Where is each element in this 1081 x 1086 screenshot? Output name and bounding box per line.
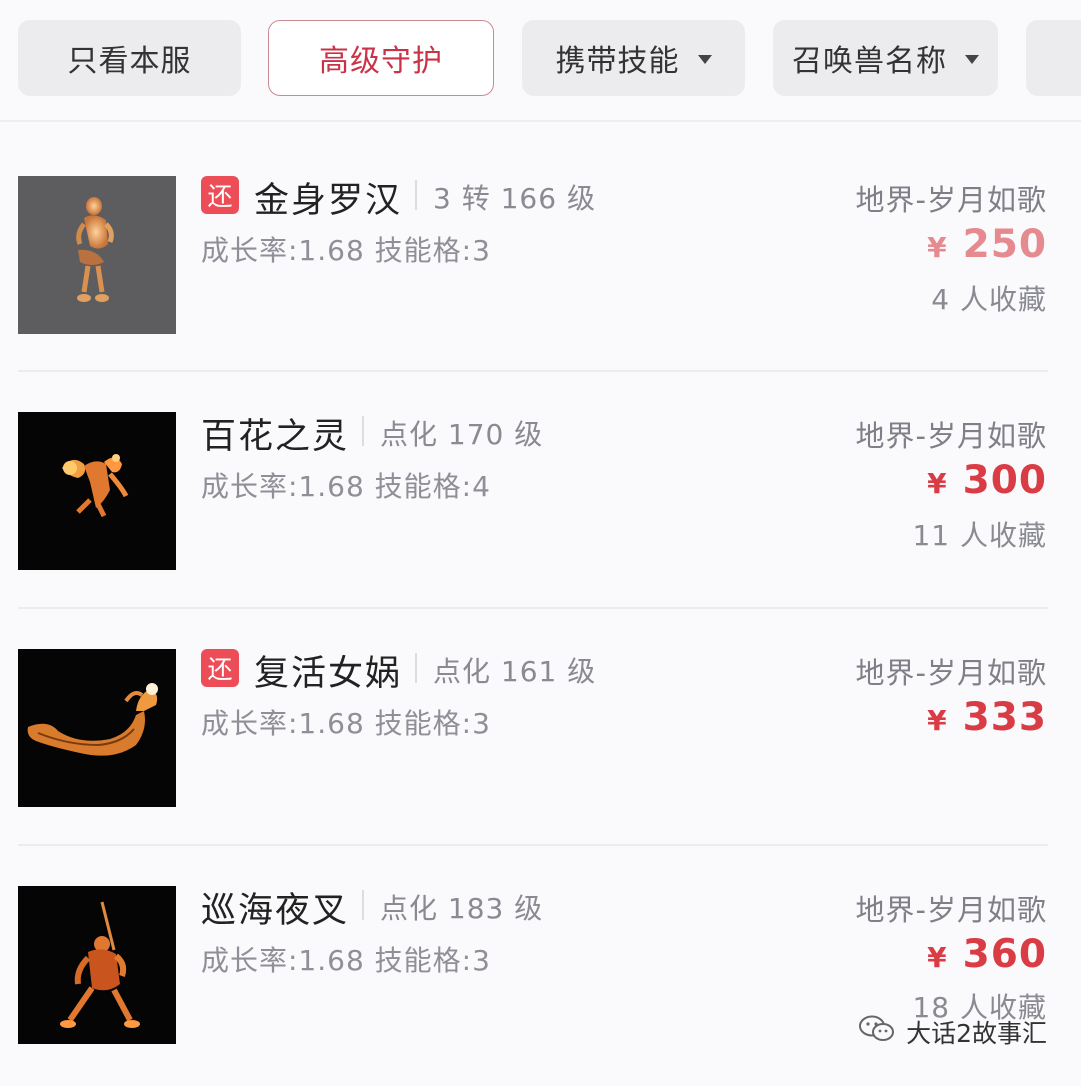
return-tag: 还 bbox=[201, 176, 239, 214]
currency-symbol: ¥ bbox=[927, 467, 947, 500]
filter-label: 召唤兽名称 bbox=[792, 44, 947, 79]
price: ¥ 250 bbox=[927, 222, 1047, 267]
pet-level: 3 转 166 级 bbox=[433, 182, 596, 215]
price-amount: 360 bbox=[962, 932, 1047, 977]
return-tag: 还 bbox=[201, 649, 239, 687]
pet-name: 复活女娲 bbox=[254, 654, 403, 694]
favorite-count: 11 人收藏 bbox=[912, 519, 1047, 552]
price: ¥ 300 bbox=[927, 458, 1047, 503]
server-name: 地界-岁月如歌 bbox=[855, 893, 1047, 927]
wechat-icon bbox=[858, 1014, 896, 1050]
listing-item[interactable]: 还 金身罗汉 3 转 166 级 成长率:1.68 技能格:3 地界-岁月如歌 … bbox=[0, 140, 1081, 376]
pet-level: 点化 183 级 bbox=[380, 892, 544, 925]
pet-name: 金身罗汉 bbox=[254, 181, 403, 221]
pet-thumbnail bbox=[18, 412, 176, 570]
pet-thumbnail bbox=[18, 886, 176, 1044]
pet-stats: 成长率:1.68 技能格:3 bbox=[201, 234, 491, 267]
filter-label: 高级守护 bbox=[319, 44, 443, 79]
caret-down-icon bbox=[965, 54, 979, 64]
currency-symbol: ¥ bbox=[927, 941, 947, 974]
pet-stats: 成长率:1.68 技能格:3 bbox=[201, 944, 491, 977]
pet-name: 百花之灵 bbox=[201, 417, 350, 457]
server-name: 地界-岁月如歌 bbox=[855, 419, 1047, 453]
server-name: 地界-岁月如歌 bbox=[855, 656, 1047, 690]
filter-bar: 只看本服 高级守护 携带技能 召唤兽名称 bbox=[0, 0, 1081, 118]
pet-stats: 成长率:1.68 技能格:3 bbox=[201, 707, 491, 740]
filter-advanced-guard[interactable]: 高级守护 bbox=[268, 20, 494, 96]
filter-more[interactable] bbox=[1026, 20, 1081, 96]
pet-level: 点化 170 级 bbox=[380, 418, 544, 451]
price: ¥ 333 bbox=[927, 695, 1047, 740]
pet-thumbnail bbox=[18, 176, 176, 334]
separator bbox=[415, 653, 417, 683]
price: ¥ 360 bbox=[927, 932, 1047, 977]
listing-item[interactable]: 巡海夜叉 点化 183 级 成长率:1.68 技能格:3 地界-岁月如歌 ¥ 3… bbox=[0, 850, 1081, 1086]
separator bbox=[362, 890, 364, 920]
currency-symbol: ¥ bbox=[927, 231, 947, 264]
filter-local-server[interactable]: 只看本服 bbox=[18, 20, 241, 96]
separator bbox=[362, 416, 364, 446]
listing-item[interactable]: 百花之灵 点化 170 级 成长率:1.68 技能格:4 地界-岁月如歌 ¥ 3… bbox=[0, 376, 1081, 612]
price-amount: 300 bbox=[962, 458, 1047, 503]
divider bbox=[0, 120, 1081, 122]
pet-name: 巡海夜叉 bbox=[201, 891, 350, 931]
divider bbox=[18, 370, 1048, 372]
caret-down-icon bbox=[697, 54, 712, 64]
filter-pet-name-dropdown[interactable]: 召唤兽名称 bbox=[773, 20, 998, 96]
currency-symbol: ¥ bbox=[927, 704, 947, 737]
watermark-text: 大话2故事汇 bbox=[906, 1019, 1047, 1048]
server-name: 地界-岁月如歌 bbox=[855, 183, 1047, 217]
pet-stats: 成长率:1.68 技能格:4 bbox=[201, 470, 491, 503]
filter-skills-dropdown[interactable]: 携带技能 bbox=[522, 20, 745, 96]
divider bbox=[18, 607, 1048, 609]
listing-item[interactable]: 还 复活女娲 点化 161 级 成长率:1.68 技能格:3 地界-岁月如歌 ¥… bbox=[0, 613, 1081, 849]
divider bbox=[18, 844, 1048, 846]
favorite-count: 4 人收藏 bbox=[931, 283, 1047, 316]
watermark: 大话2故事汇 bbox=[858, 1014, 1047, 1050]
filter-label: 携带技能 bbox=[555, 44, 680, 79]
pet-level: 点化 161 级 bbox=[433, 655, 597, 688]
price-amount: 333 bbox=[962, 695, 1047, 740]
pet-thumbnail bbox=[18, 649, 176, 807]
separator bbox=[415, 180, 417, 210]
price-amount: 250 bbox=[962, 222, 1047, 267]
filter-label: 只看本服 bbox=[67, 44, 192, 79]
